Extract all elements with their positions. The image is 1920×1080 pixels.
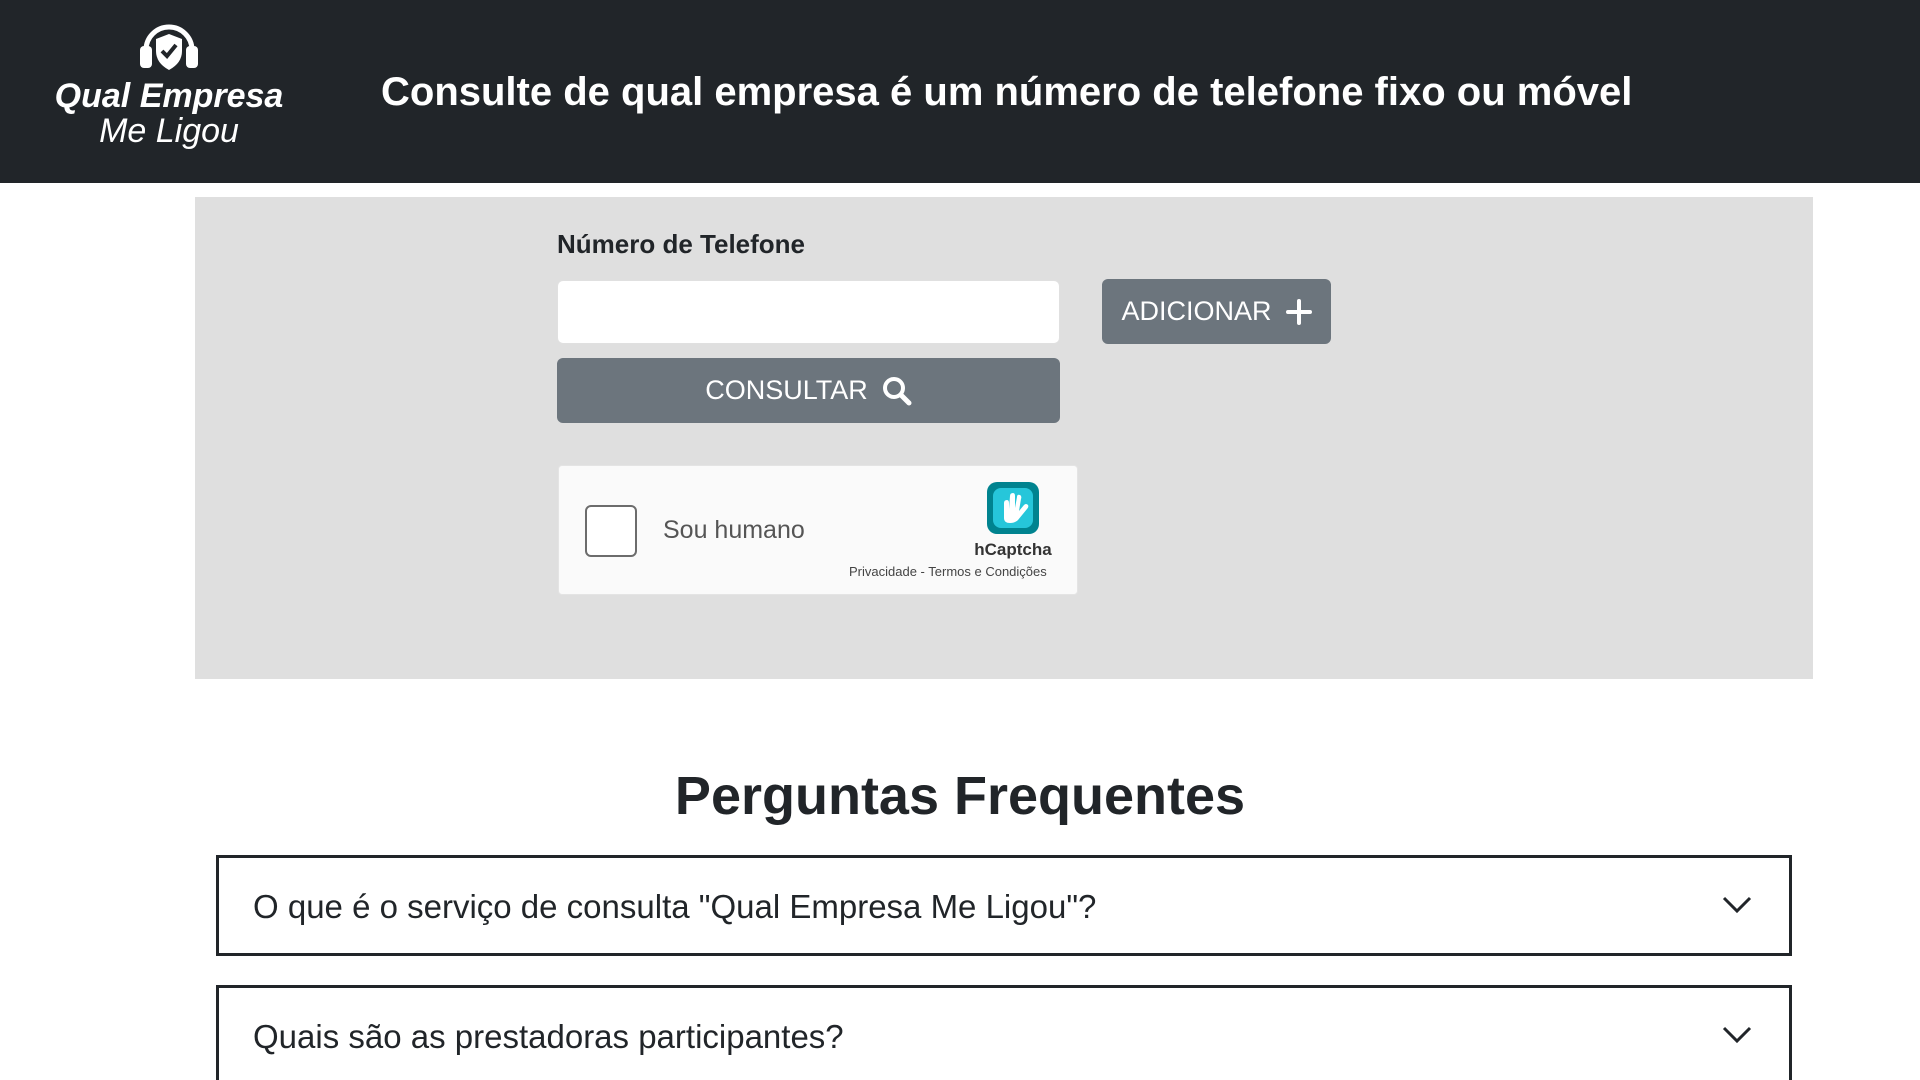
captcha-terms-link[interactable]: Termos e Condições [928, 564, 1047, 579]
faq-question: Quais são as prestadoras participantes? [253, 1018, 844, 1055]
header-bar: Qual Empresa Me Ligou Consulte de qual e… [0, 0, 1920, 183]
faq-item[interactable]: O que é o serviço de consulta "Qual Empr… [216, 855, 1792, 956]
site-logo[interactable]: Qual Empresa Me Ligou [44, 18, 294, 158]
phone-number-input[interactable] [557, 280, 1060, 344]
faq-title: Perguntas Frequentes [674, 766, 1246, 826]
logo-title-line1: Qual Empresa [54, 77, 284, 115]
chevron-down-icon [1722, 896, 1752, 914]
chevron-down-icon [1722, 1026, 1752, 1044]
phone-number-label: Número de Telefone [557, 229, 806, 259]
hcaptcha-widget: Sou humano hCaptcha Privacidade - Termos… [558, 465, 1078, 595]
logo-title-line2: Me Ligou [99, 112, 239, 150]
captcha-checkbox[interactable] [585, 505, 637, 557]
captcha-brand: hCaptcha [974, 540, 1052, 559]
captcha-privacy-link[interactable]: Privacidade [849, 564, 917, 579]
captcha-link-separator: - [916, 564, 929, 579]
search-icon [882, 376, 912, 406]
search-panel [195, 197, 1813, 679]
consult-button-label: CONSULTAR [705, 375, 868, 405]
consult-button[interactable]: CONSULTAR [557, 358, 1060, 423]
hcaptcha-logo-icon [987, 482, 1039, 534]
plus-icon [1285, 298, 1312, 325]
add-button-label: ADICIONAR [1121, 296, 1272, 326]
faq-item[interactable]: Quais são as prestadoras participantes? [216, 985, 1792, 1080]
captcha-checkbox-label: Sou humano [663, 516, 805, 544]
captcha-links: Privacidade - Termos e Condições [849, 564, 1047, 579]
headset-shield-icon [140, 24, 198, 70]
add-button[interactable]: ADICIONAR [1102, 279, 1331, 344]
page-headline: Consulte de qual empresa é um número de … [381, 70, 1633, 114]
faq-question: O que é o serviço de consulta "Qual Empr… [253, 888, 1097, 925]
